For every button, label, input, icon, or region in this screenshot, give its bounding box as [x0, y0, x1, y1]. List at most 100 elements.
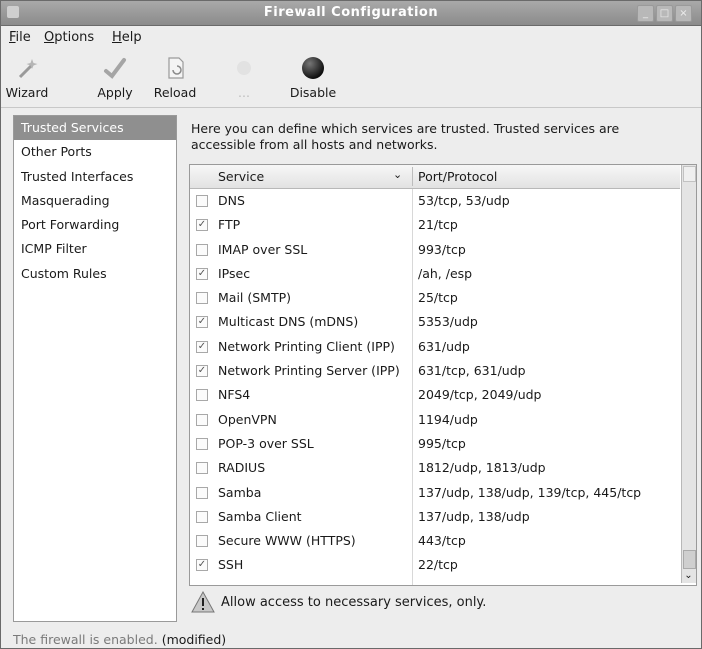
service-port: /ah, /esp: [418, 265, 473, 281]
service-checkbox[interactable]: [196, 437, 208, 450]
service-checkbox[interactable]: [196, 243, 208, 256]
status-text: The firewall is enabled.: [13, 632, 158, 647]
table-row[interactable]: Samba 137/udp, 138/udp, 139/tcp, 445/tcp: [190, 481, 680, 505]
apply-label: Apply: [97, 85, 133, 100]
sidebar-item-masquerading[interactable]: Masquerading: [14, 189, 176, 213]
disable-ball-icon: [302, 57, 324, 79]
column-separator[interactable]: [412, 167, 413, 186]
table-row[interactable]: RADIUS 1812/udp, 1813/udp: [190, 456, 680, 480]
service-port: 21/tcp: [418, 217, 458, 233]
wand-icon: [18, 59, 38, 79]
minimize-button[interactable]: _: [637, 5, 654, 22]
service-port: 22/tcp: [418, 557, 458, 573]
service-checkbox[interactable]: ✓: [196, 340, 208, 353]
service-name: FTP: [218, 217, 241, 233]
disabled-action-icon: [237, 61, 251, 75]
sidebar-item-trusted-interfaces[interactable]: Trusted Interfaces: [14, 165, 176, 189]
table-header: Service ⌄ Port/Protocol: [190, 165, 680, 189]
reload-button[interactable]: Reload: [151, 51, 199, 105]
menu-help[interactable]: Help: [112, 30, 142, 45]
table-row[interactable]: DNS 53/tcp, 53/udp: [190, 189, 680, 213]
service-port: 631/udp: [418, 338, 470, 354]
window-title: Firewall Configuration: [263, 5, 439, 20]
service-port: 137/udp, 138/udp: [418, 508, 530, 524]
menu-file[interactable]: File: [9, 30, 31, 45]
vertical-scrollbar[interactable]: ⌄: [681, 165, 696, 583]
service-port: 25/tcp: [418, 290, 458, 306]
firewall-window: Firewall Configuration _ □ × File Option…: [0, 0, 702, 649]
service-checkbox[interactable]: [196, 195, 208, 207]
warning-bar: Allow access to necessary services, only…: [189, 589, 689, 615]
service-port: 137/udp, 138/udp, 139/tcp, 445/tcp: [418, 484, 642, 500]
table-row[interactable]: POP-3 over SSL 995/tcp: [190, 432, 680, 456]
scroll-up-button[interactable]: [683, 166, 696, 182]
scroll-thumb[interactable]: [683, 550, 696, 569]
table-row[interactable]: ✓ FTP 21/tcp: [190, 213, 680, 237]
service-port: 5353/udp: [418, 314, 478, 330]
apply-button[interactable]: Apply: [93, 51, 137, 105]
service-checkbox[interactable]: [196, 413, 208, 426]
service-checkbox[interactable]: ✓: [196, 267, 208, 280]
service-port: 2049/tcp, 2049/udp: [418, 387, 542, 403]
table-row[interactable]: Samba Client 137/udp, 138/udp: [190, 505, 680, 529]
service-port: 995/tcp: [418, 435, 466, 451]
service-name: Mail (SMTP): [218, 290, 292, 306]
status-bar: The firewall is enabled. (modified): [13, 632, 226, 647]
service-checkbox[interactable]: [196, 462, 208, 475]
service-name: Samba: [218, 484, 262, 500]
menu-options[interactable]: Options: [44, 30, 94, 45]
service-checkbox[interactable]: [196, 292, 208, 305]
service-checkbox[interactable]: [196, 510, 208, 523]
service-name: Samba Client: [218, 508, 302, 524]
sidebar-item-other-ports[interactable]: Other Ports: [14, 140, 176, 164]
column-header-service[interactable]: Service: [218, 169, 264, 184]
close-button[interactable]: ×: [675, 5, 692, 22]
table-row[interactable]: IMAP over SSL 993/tcp: [190, 238, 680, 262]
table-rows: DNS 53/tcp, 53/udp ✓ FTP 21/tcp IMAP over SSL…: [190, 189, 680, 578]
apply-check-icon: [104, 58, 126, 79]
sidebar-item-custom-rules[interactable]: Custom Rules: [14, 262, 176, 286]
status-modified: (modified): [161, 632, 227, 647]
column-header-port[interactable]: Port/Protocol: [418, 169, 497, 184]
service-checkbox[interactable]: ✓: [196, 365, 208, 378]
disable-button[interactable]: Disable: [285, 51, 341, 105]
warning-icon: [191, 591, 215, 613]
service-checkbox[interactable]: [196, 389, 208, 402]
service-name: IMAP over SSL: [218, 241, 308, 257]
table-row[interactable]: ✓ Multicast DNS (mDNS) 5353/udp: [190, 310, 680, 334]
table-row[interactable]: ✓ SSH 22/tcp: [190, 553, 680, 577]
service-name: NFS4: [218, 387, 251, 403]
table-row[interactable]: ✓ Network Printing Client (IPP) 631/udp: [190, 335, 680, 359]
sidebar: Trusted Services Other Ports Trusted Int…: [13, 115, 177, 622]
sidebar-item-icmp-filter[interactable]: ICMP Filter: [14, 237, 176, 261]
service-name: Network Printing Client (IPP): [218, 338, 395, 354]
table-row[interactable]: Secure WWW (HTTPS) 443/tcp: [190, 529, 680, 553]
service-checkbox[interactable]: ✓: [196, 559, 208, 572]
sidebar-item-trusted-services[interactable]: Trusted Services: [14, 116, 176, 141]
table-row[interactable]: ✓ Network Printing Server (IPP) 631/tcp, 6…: [190, 359, 680, 383]
service-port: 53/tcp, 53/udp: [418, 193, 510, 208]
title-bar[interactable]: Firewall Configuration _ □ ×: [1, 1, 701, 26]
table-row[interactable]: Mail (SMTP) 25/tcp: [190, 286, 680, 310]
table-row[interactable]: OpenVPN 1194/udp: [190, 408, 680, 432]
service-checkbox[interactable]: [196, 486, 208, 499]
scroll-down-icon[interactable]: ⌄: [682, 570, 695, 581]
service-name: DNS: [218, 193, 245, 208]
disable-label: Disable: [289, 85, 337, 100]
warning-text: Allow access to necessary services, only…: [221, 595, 487, 610]
service-name: POP-3 over SSL: [218, 435, 314, 451]
service-name: Multicast DNS (mDNS): [218, 314, 359, 330]
service-name: Network Printing Server (IPP): [218, 363, 400, 379]
service-checkbox[interactable]: ✓: [196, 219, 208, 232]
service-checkbox[interactable]: ✓: [196, 316, 208, 329]
table-row[interactable]: NFS4 2049/tcp, 2049/udp: [190, 383, 680, 407]
sidebar-item-port-forwarding[interactable]: Port Forwarding: [14, 213, 176, 237]
service-checkbox[interactable]: [196, 535, 208, 548]
table-row[interactable]: ✓ IPsec/ah, /esp: [190, 262, 680, 286]
service-name: RADIUS: [218, 460, 266, 476]
service-port: 993/tcp: [418, 241, 466, 257]
maximize-button[interactable]: □: [656, 5, 673, 22]
sort-chevron-icon[interactable]: ⌄: [393, 168, 402, 181]
wizard-button[interactable]: Wizard: [5, 51, 49, 105]
service-port: 1194/udp: [418, 411, 478, 427]
